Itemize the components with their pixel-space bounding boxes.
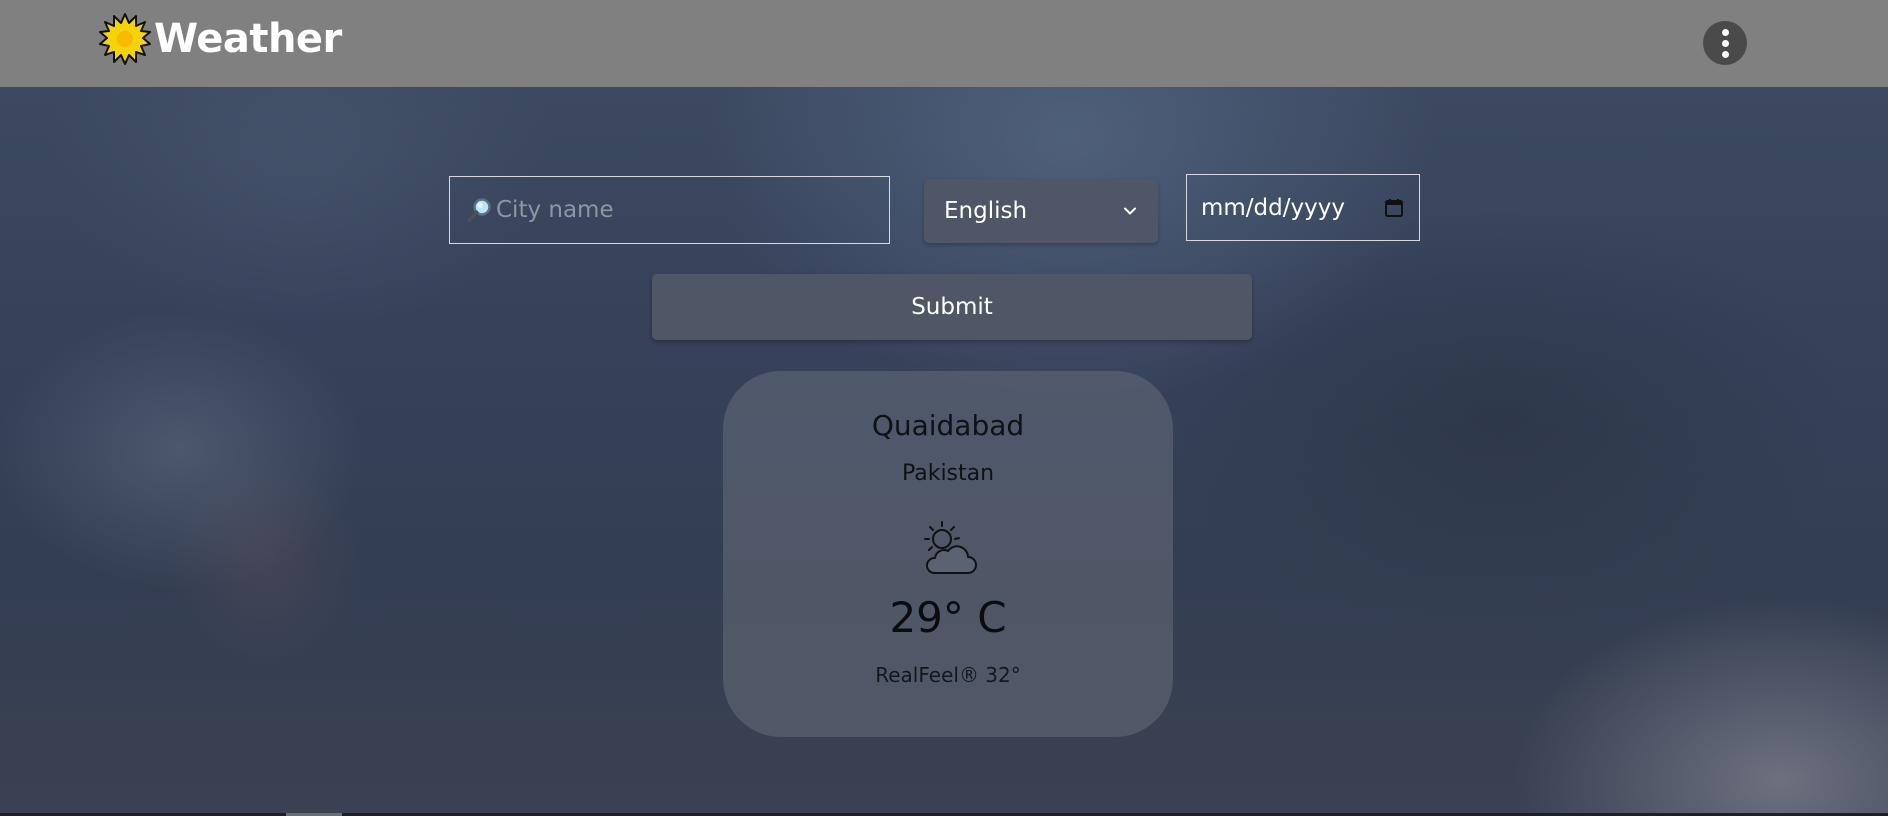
realfeel: RealFeel® 32° [875,663,1021,687]
temperature: 29° C [889,593,1007,642]
country-name: Pakistan [901,461,995,486]
app-title: Weather [154,16,342,62]
language-selected-value: English [944,198,1028,224]
search-icon [467,198,491,222]
sun-icon [99,13,151,65]
date-field[interactable]: mm/dd/yyyy [1186,174,1420,241]
city-search-field[interactable] [449,176,890,244]
more-vertical-icon [1721,28,1729,36]
city-name: Quaidabad [871,409,1025,442]
language-select[interactable]: English [924,179,1158,243]
top-bar: Weather [0,0,1888,87]
weather-card: Quaidabad Pakistan 29° C RealFeel® 32° [723,371,1173,737]
more-options-button[interactable] [1703,21,1747,65]
brand[interactable]: Weather [98,12,342,66]
submit-button[interactable]: Submit [652,274,1252,340]
chevron-down-icon [1124,207,1136,215]
more-vertical-icon-dot [1721,39,1729,47]
partly-cloudy-icon [924,521,977,574]
calendar-icon[interactable] [1383,197,1405,219]
date-value: mm/dd/yyyy [1201,194,1345,221]
more-vertical-icon-dot [1721,50,1729,58]
city-name-input[interactable] [494,176,889,244]
